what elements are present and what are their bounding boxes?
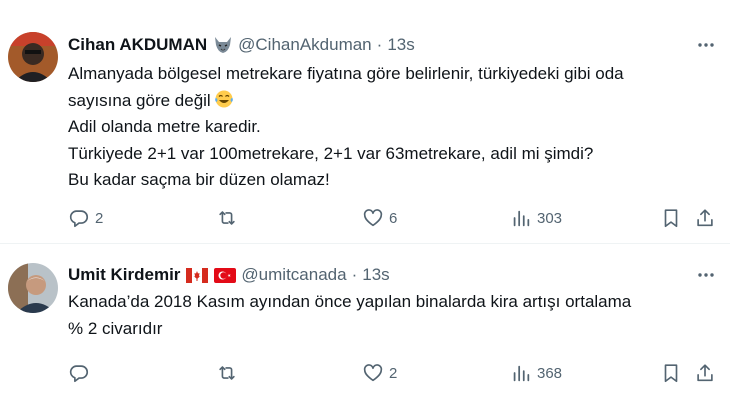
reply-count: 2 bbox=[95, 209, 104, 227]
bookmark-icon bbox=[664, 209, 678, 228]
views-chart-icon bbox=[513, 210, 530, 227]
bookmark-icon bbox=[664, 364, 678, 383]
more-options-icon[interactable] bbox=[696, 35, 716, 55]
share-icon bbox=[697, 209, 713, 227]
timestamp[interactable]: 13s bbox=[362, 264, 389, 286]
tears-of-joy-emoji-icon bbox=[214, 89, 234, 109]
author-handle[interactable]: @umitcanada bbox=[241, 264, 346, 286]
avatar[interactable] bbox=[8, 263, 58, 313]
reply-icon bbox=[69, 210, 89, 228]
timestamp[interactable]: 13s bbox=[387, 34, 414, 56]
tweet-header: Cihan AKDUMAN @CihanAkduman · 13s bbox=[68, 34, 415, 56]
share-icon bbox=[697, 364, 713, 382]
reply-button[interactable] bbox=[68, 361, 95, 385]
like-count: 2 bbox=[389, 364, 398, 382]
retweet-button[interactable] bbox=[216, 206, 243, 230]
like-button[interactable]: 2 bbox=[362, 361, 397, 385]
views-chart-icon bbox=[513, 365, 530, 382]
tweet-line: Adil olanda metre karedir. bbox=[68, 117, 261, 136]
view-count: 368 bbox=[537, 364, 563, 382]
like-count: 6 bbox=[389, 209, 398, 227]
views-button[interactable]: 368 bbox=[510, 361, 562, 385]
author-name[interactable]: Umit Kirdemir bbox=[68, 264, 180, 286]
tweet-line: Türkiyede 2+1 var 100metrekare, 2+1 var … bbox=[68, 143, 594, 163]
tweet-line: Kanada’da 2018 Kasım ayından önce yapıla… bbox=[68, 292, 632, 311]
tweet-line: Almanyada bölgesel metrekare fiyatına gö… bbox=[68, 64, 624, 83]
tweet-line: sayısına göre değil bbox=[68, 88, 718, 115]
dot-separator: · bbox=[376, 35, 383, 54]
bookmark-button[interactable] bbox=[660, 361, 682, 385]
tweet-actions: 2 368 bbox=[68, 361, 718, 385]
tweet-line-text: sayısına göre değil bbox=[68, 90, 211, 110]
more-options-icon[interactable] bbox=[696, 265, 716, 285]
author-handle[interactable]: @CihanAkduman bbox=[238, 34, 372, 56]
like-button[interactable]: 6 bbox=[362, 206, 397, 230]
canada-flag-icon bbox=[186, 267, 209, 283]
heart-icon bbox=[363, 209, 383, 227]
tweet[interactable]: Umit Kirdemir @umitcanada · 13s Kanada’d… bbox=[0, 245, 730, 420]
retweet-icon bbox=[219, 366, 235, 380]
share-button[interactable] bbox=[694, 206, 716, 230]
tweet-line: % 2 civarıdır bbox=[68, 318, 163, 338]
tweet-header: Umit Kirdemir @umitcanada · 13s bbox=[68, 264, 390, 286]
wolf-emoji-icon bbox=[213, 36, 233, 54]
retweet-button[interactable] bbox=[216, 361, 243, 385]
tweet-line: Bu kadar saçma bir düzen olamaz! bbox=[68, 170, 330, 189]
turkey-flag-icon bbox=[214, 267, 237, 283]
reply-button[interactable]: 2 bbox=[68, 206, 103, 230]
share-button[interactable] bbox=[694, 361, 716, 385]
author-name[interactable]: Cihan AKDUMAN bbox=[68, 34, 207, 56]
tweet-text: Kanada’da 2018 Kasım ayından önce yapıla… bbox=[68, 289, 718, 342]
reply-icon bbox=[69, 365, 89, 383]
views-button[interactable]: 303 bbox=[510, 206, 562, 230]
bookmark-button[interactable] bbox=[660, 206, 682, 230]
retweet-icon bbox=[219, 211, 235, 225]
tweet-actions: 2 6 303 bbox=[68, 206, 718, 230]
dot-separator: · bbox=[351, 265, 358, 284]
view-count: 303 bbox=[537, 209, 563, 227]
heart-icon bbox=[363, 364, 383, 382]
avatar[interactable] bbox=[8, 32, 58, 82]
tweet-text: Almanyada bölgesel metrekare fiyatına gö… bbox=[68, 61, 718, 194]
tweet[interactable]: Cihan AKDUMAN @CihanAkduman · 13s Almany… bbox=[0, 0, 730, 244]
